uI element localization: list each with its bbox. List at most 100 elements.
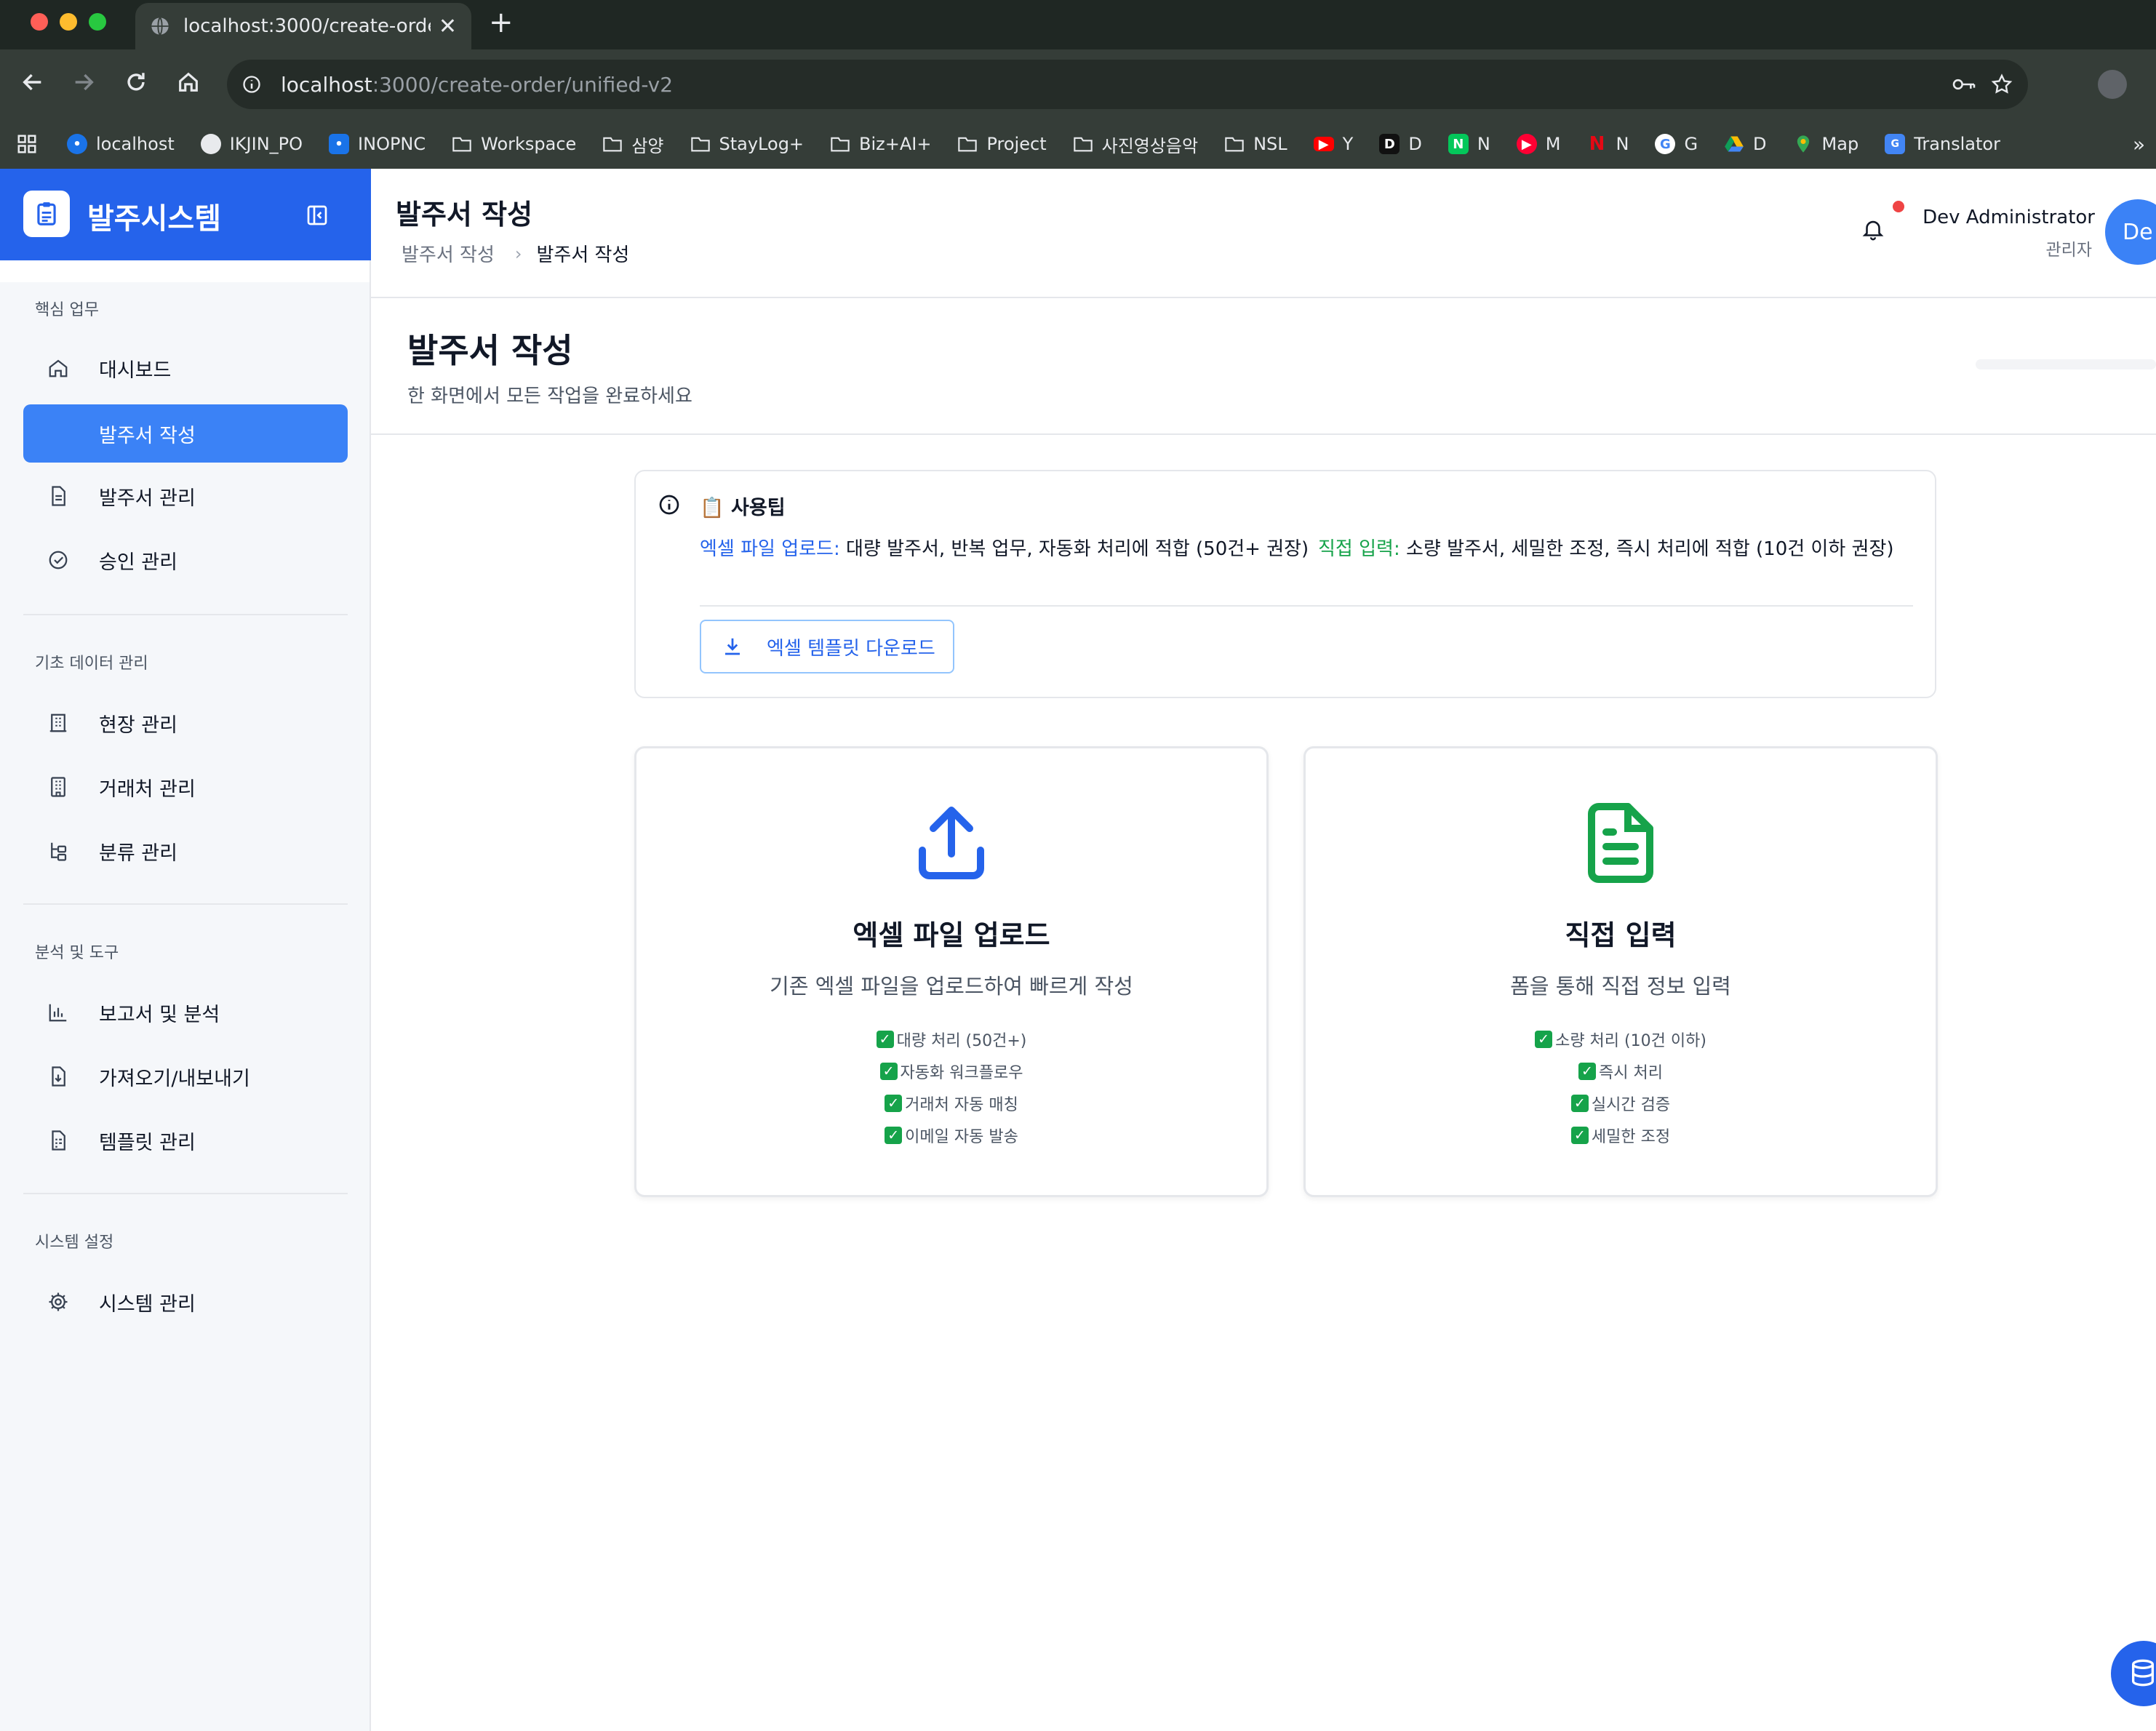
notification-badge <box>1893 201 1904 212</box>
back-icon[interactable] <box>20 70 45 95</box>
bookmark-samyang[interactable]: 삼양 <box>602 132 664 157</box>
tips-title: 📋 사용팁 <box>700 497 786 519</box>
sidebar-collapse-icon[interactable] <box>306 204 329 227</box>
template-icon <box>45 1130 71 1151</box>
sidebar-item-sites[interactable]: 현장 관리 <box>23 694 348 752</box>
tab-title: localhost:3000/create-order/unified-v2 <box>183 15 431 37</box>
bookmark-inopnc[interactable]: • INOPNC <box>329 134 426 154</box>
list-item: ✓ 대량 처리 (50건+) <box>636 1023 1266 1055</box>
bookmark-naver[interactable]: NN <box>1448 134 1490 154</box>
list-item: ✓ 이메일 자동 발송 <box>636 1119 1266 1151</box>
checkmark-icon: ✓ <box>1570 1095 1589 1112</box>
checkmark-icon: ✓ <box>1570 1127 1589 1144</box>
bookmark-translator[interactable]: G Translator <box>1885 134 2000 154</box>
checkmark-icon: ✓ <box>885 1095 903 1112</box>
document-icon <box>45 485 71 507</box>
brand-name: 발주시스템 <box>87 202 221 236</box>
sidebar-item-dashboard[interactable]: 대시보드 <box>23 339 348 397</box>
user-role: 관리자 <box>2045 241 2092 260</box>
sidebar-item-system[interactable]: 시스템 관리 <box>23 1273 348 1331</box>
download-icon <box>722 636 743 657</box>
database-fab-button[interactable] <box>2111 1641 2156 1706</box>
bookmark-netflix[interactable]: NN <box>1586 133 1629 155</box>
bookmark-ikjin-po[interactable]: IKJIN_PO <box>200 134 303 154</box>
folder-icon <box>690 137 710 152</box>
bookmark-nsl[interactable]: NSL <box>1224 134 1287 154</box>
address-bar[interactable]: localhost:3000/create-order/unified-v2 <box>227 60 2028 109</box>
bookmark-youtube[interactable]: ▶ Y <box>1313 134 1353 154</box>
bookmark-d[interactable]: DD <box>1379 134 1422 154</box>
folder-icon <box>1073 137 1093 152</box>
map-pin-icon <box>1797 135 1809 153</box>
tip-excel: 엑셀 파일 업로드: 대량 발주서, 반복 업무, 자동화 처리에 적합 (50… <box>700 538 1309 560</box>
site-info-icon[interactable] <box>241 74 262 95</box>
breadcrumb-separator-icon: › <box>514 243 522 264</box>
browser-tab[interactable]: localhost:3000/create-order/unified-v2 ✕ <box>135 3 471 49</box>
section-analytics: 분석 및 도구 <box>35 944 119 962</box>
sidebar-item-order-management[interactable]: 발주서 관리 <box>23 467 348 525</box>
sidebar-item-approval[interactable]: 승인 관리 <box>23 531 348 589</box>
card-title: 엑셀 파일 업로드 <box>853 919 1050 951</box>
more-bookmarks-icon[interactable]: » <box>2133 132 2145 156</box>
forward-icon[interactable] <box>71 70 96 95</box>
bookmark-workspace[interactable]: Workspace <box>452 134 576 154</box>
globe-icon <box>151 17 169 36</box>
direct-input-card[interactable]: 직접 입력 폼을 통해 직접 정보 입력 ✓ 소량 처리 (10건 이하) ✓ 즉시… <box>1303 746 1938 1197</box>
bookmark-bizai[interactable]: Biz+AI+ <box>830 134 931 154</box>
notification-bell-icon[interactable] <box>1861 217 1885 241</box>
user-name: Dev Administrator <box>1923 207 2095 228</box>
bookmark-media[interactable]: 사진영상음악 <box>1073 132 1198 157</box>
breadcrumb-item[interactable]: 발주서 작성 <box>402 240 495 267</box>
tab-close-icon[interactable]: ✕ <box>439 14 457 39</box>
sidebar-item-templates[interactable]: 템플릿 관리 <box>23 1111 348 1170</box>
reload-icon[interactable] <box>124 70 148 95</box>
gear-icon <box>45 1291 71 1313</box>
maximize-window-button[interactable] <box>89 13 106 31</box>
checkmark-icon: ✓ <box>1578 1063 1597 1080</box>
bookmark-project[interactable]: Project <box>957 134 1047 154</box>
new-tab-icon[interactable]: + <box>489 6 514 39</box>
sidebar-item-vendors[interactable]: 거래처 관리 <box>23 758 348 816</box>
checkmark-icon: ✓ <box>1535 1031 1553 1048</box>
building-icon <box>45 712 71 734</box>
download-template-button[interactable]: 엑셀 템플릿 다운로드 <box>700 620 954 673</box>
home-browser-icon[interactable] <box>176 70 201 95</box>
url-text: localhost:3000/create-order/unified-v2 <box>281 72 674 97</box>
home-icon <box>45 357 71 379</box>
bookmark-drive[interactable]: D <box>1724 134 1767 154</box>
close-window-button[interactable] <box>31 13 48 31</box>
card-title: 직접 입력 <box>1565 919 1677 951</box>
sidebar-item-create-order[interactable]: 발주서 작성 <box>23 404 348 463</box>
bookmark-staylog[interactable]: StayLog+ <box>690 134 804 154</box>
bookmark-music[interactable]: ▶ M <box>1516 134 1560 154</box>
sidebar: 발주시스템 핵심 업무 대시보드 발주서 작성 발주서 관리 승인 관리 기초 … <box>0 169 371 1731</box>
bookmark-google[interactable]: GG <box>1655 134 1698 154</box>
bookmark-star-icon[interactable] <box>1990 73 2013 96</box>
google-drive-icon <box>1725 136 1744 152</box>
sidebar-item-import-export[interactable]: 가져오기/내보내기 <box>23 1047 348 1106</box>
chart-icon <box>45 1002 71 1023</box>
folder-icon <box>831 137 850 152</box>
bookmark-maps[interactable]: Map <box>1793 134 1858 154</box>
translate-icon: G <box>1885 134 1906 154</box>
bookmark-localhost[interactable]: • localhost <box>67 134 175 154</box>
list-item: ✓ 자동화 워크플로우 <box>636 1055 1266 1087</box>
usage-tips-panel: 📋 사용팁 엑셀 파일 업로드: 대량 발주서, 반복 업무, 자동화 처리에 … <box>634 470 1936 698</box>
page-title: 발주서 작성 <box>407 331 573 370</box>
bookmarks-bar: • localhost IKJIN_PO • INOPNC Workspace 삼양… <box>0 119 2156 169</box>
minimize-window-button[interactable] <box>60 13 77 31</box>
password-key-icon[interactable] <box>1951 74 1977 95</box>
naver-icon: N <box>1448 134 1469 154</box>
avatar[interactable]: De <box>2105 199 2156 265</box>
youtube-music-icon: ▶ <box>1516 134 1537 154</box>
browser-tab-bar: localhost:3000/create-order/unified-v2 ✕… <box>0 0 2156 49</box>
sidebar-item-reports[interactable]: 보고서 및 분석 <box>23 983 348 1042</box>
checkmark-icon: ✓ <box>879 1063 898 1080</box>
folder-icon <box>603 137 623 152</box>
list-item: ✓ 실시간 검증 <box>1306 1087 1936 1119</box>
list-item: ✓ 즉시 처리 <box>1306 1055 1936 1087</box>
sidebar-item-categories[interactable]: 분류 관리 <box>23 822 348 880</box>
excel-upload-card[interactable]: 엑셀 파일 업로드 기존 엑셀 파일을 업로드하여 빠르게 작성 ✓ 대량 처리 … <box>634 746 1269 1197</box>
apps-grid-icon[interactable] <box>16 133 38 155</box>
profile-avatar[interactable] <box>2098 70 2127 99</box>
